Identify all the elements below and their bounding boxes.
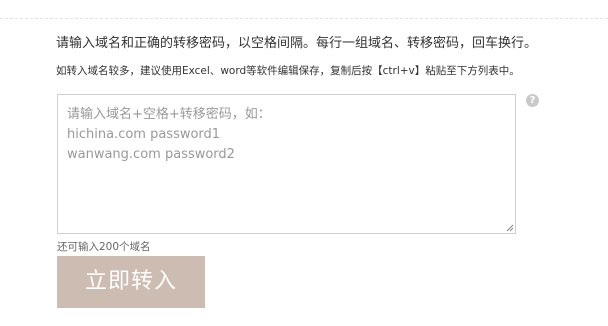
instruction-text: 请输入域名和正确的转移密码，以空格间隔。每行一组域名、转移密码，回车换行。 [56, 36, 538, 51]
remaining-count-text: 还可输入200个域名 [57, 241, 151, 253]
domain-input-container [57, 94, 516, 234]
transfer-now-button[interactable]: 立即转入 [57, 256, 205, 308]
domain-password-textarea[interactable] [58, 95, 515, 233]
tip-text: 如转入域名较多，建议使用Excel、word等软件编辑保存，复制后按【ctrl+… [56, 65, 520, 77]
resize-handle-icon[interactable] [506, 224, 514, 232]
domain-transfer-panel: 请输入域名和正确的转移密码，以空格间隔。每行一组域名、转移密码，回车换行。 如转… [0, 0, 608, 326]
help-question-icon[interactable]: ? [526, 94, 539, 107]
top-divider [0, 18, 608, 19]
